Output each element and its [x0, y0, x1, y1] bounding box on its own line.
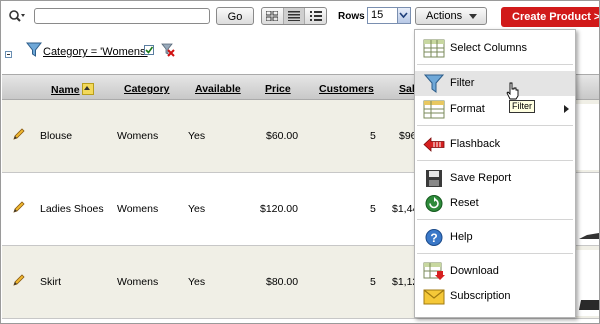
flashback-icon [423, 137, 445, 152]
download-icon [423, 262, 445, 280]
tooltip: Filter [509, 100, 535, 113]
cell-name: Ladies Shoes [40, 203, 104, 215]
sort-ascending-icon [81, 83, 94, 95]
cell-available: Yes [188, 276, 206, 288]
product-image [574, 104, 599, 170]
edit-pencil-icon[interactable] [12, 273, 26, 287]
shoe-image [579, 233, 599, 239]
reset-icon [425, 195, 443, 212]
cell-customers: 5 [370, 276, 376, 288]
cell-customers: 5 [370, 130, 376, 142]
menu-separator [417, 64, 573, 65]
view-toggle-group [261, 7, 327, 25]
menu-item-select-columns[interactable]: Select Columns [415, 36, 575, 61]
column-header-sales[interactable]: Sal [399, 83, 415, 95]
menu-item-subscription[interactable]: Subscription [415, 284, 575, 309]
filter-icon [423, 74, 445, 93]
cell-category: Womens [117, 203, 159, 215]
actions-menu-button[interactable]: Actions [415, 7, 487, 25]
column-header-category[interactable]: Category [124, 83, 170, 95]
list-lines-icon [288, 11, 300, 21]
menu-item-flashback[interactable]: Flashback [415, 132, 575, 157]
edit-pencil-icon[interactable] [12, 200, 26, 214]
menu-item-label: Save Report [450, 172, 512, 184]
filter-condition-link[interactable]: Category = 'Womens' [43, 46, 148, 58]
search-column-icon[interactable] [8, 9, 26, 23]
subscription-icon [423, 289, 445, 305]
filter-enabled-checkbox[interactable] [144, 45, 154, 55]
menu-separator [417, 160, 573, 161]
cell-customers: 5 [370, 203, 376, 215]
column-header-customers[interactable]: Customers [319, 83, 374, 95]
actions-label: Actions [426, 10, 463, 22]
menu-item-label: Filter [450, 77, 475, 89]
menu-item-label: Flashback [450, 138, 501, 150]
go-button[interactable]: Go [216, 7, 254, 25]
menu-item-label: Reset [450, 197, 479, 209]
menu-item-label: Format [450, 103, 485, 115]
cell-available: Yes [188, 130, 206, 142]
column-header-name[interactable]: Name [51, 83, 94, 96]
caret-down-icon [469, 14, 477, 19]
funnel-icon [26, 42, 42, 57]
svg-text:?: ? [430, 231, 437, 245]
menu-item-label: Download [450, 265, 499, 277]
select-columns-icon [423, 39, 445, 58]
create-product-button[interactable]: Create Product > [501, 7, 599, 27]
menu-item-label: Help [450, 231, 473, 243]
chevron-down-icon[interactable] [397, 8, 410, 23]
cell-category: Womens [117, 130, 159, 142]
rows-label: Rows [338, 11, 365, 22]
menu-separator [417, 219, 573, 220]
remove-filter-icon[interactable] [161, 43, 175, 57]
report-view-button[interactable] [283, 8, 306, 24]
hand-cursor-icon [506, 82, 519, 100]
cell-name: Blouse [40, 130, 73, 142]
cell-price: $60.00 [266, 130, 299, 142]
menu-item-reset[interactable]: Reset [415, 191, 575, 216]
search-input[interactable] [34, 8, 210, 24]
cell-name: Skirt [40, 276, 61, 288]
cell-available: Yes [188, 203, 206, 215]
menu-item-label: Subscription [450, 290, 511, 302]
detail-view-button[interactable] [305, 8, 326, 24]
interactive-report: Go Rows 15 Actions Create Product > Cate… [0, 0, 600, 324]
rows-value: 15 [371, 9, 384, 21]
menu-item-format[interactable]: Format [415, 97, 575, 122]
cell-category: Womens [117, 276, 159, 288]
column-header-price[interactable]: Price [265, 83, 291, 95]
menu-item-download[interactable]: Download [415, 259, 575, 284]
menu-separator [417, 125, 573, 126]
menu-item-save-report[interactable]: Save Report [415, 166, 575, 191]
actions-dropdown-menu: Select Columns Filter Format Flashback S… [414, 29, 576, 318]
column-header-available[interactable]: Available [195, 83, 241, 95]
cell-price: $120.00 [260, 203, 298, 215]
checkmark-icon [145, 46, 153, 54]
product-image [574, 177, 599, 243]
cell-price: $80.00 [266, 276, 299, 288]
product-image [574, 250, 599, 316]
save-icon [426, 170, 442, 187]
menu-item-label: Select Columns [450, 42, 528, 54]
menu-item-help[interactable]: ? Help [415, 225, 575, 250]
skirt-image [579, 300, 599, 310]
help-icon: ? [425, 229, 443, 246]
rows-select[interactable]: 15 [367, 7, 411, 24]
menu-item-filter[interactable]: Filter [415, 71, 575, 96]
menu-separator [417, 253, 573, 254]
edit-pencil-icon[interactable] [12, 127, 26, 141]
grid-icon [266, 11, 279, 21]
icon-view-button[interactable] [262, 8, 284, 24]
collapse-filters-icon[interactable] [5, 51, 12, 58]
detail-list-icon [309, 11, 322, 21]
format-icon [423, 100, 445, 119]
submenu-arrow-icon [564, 105, 569, 113]
